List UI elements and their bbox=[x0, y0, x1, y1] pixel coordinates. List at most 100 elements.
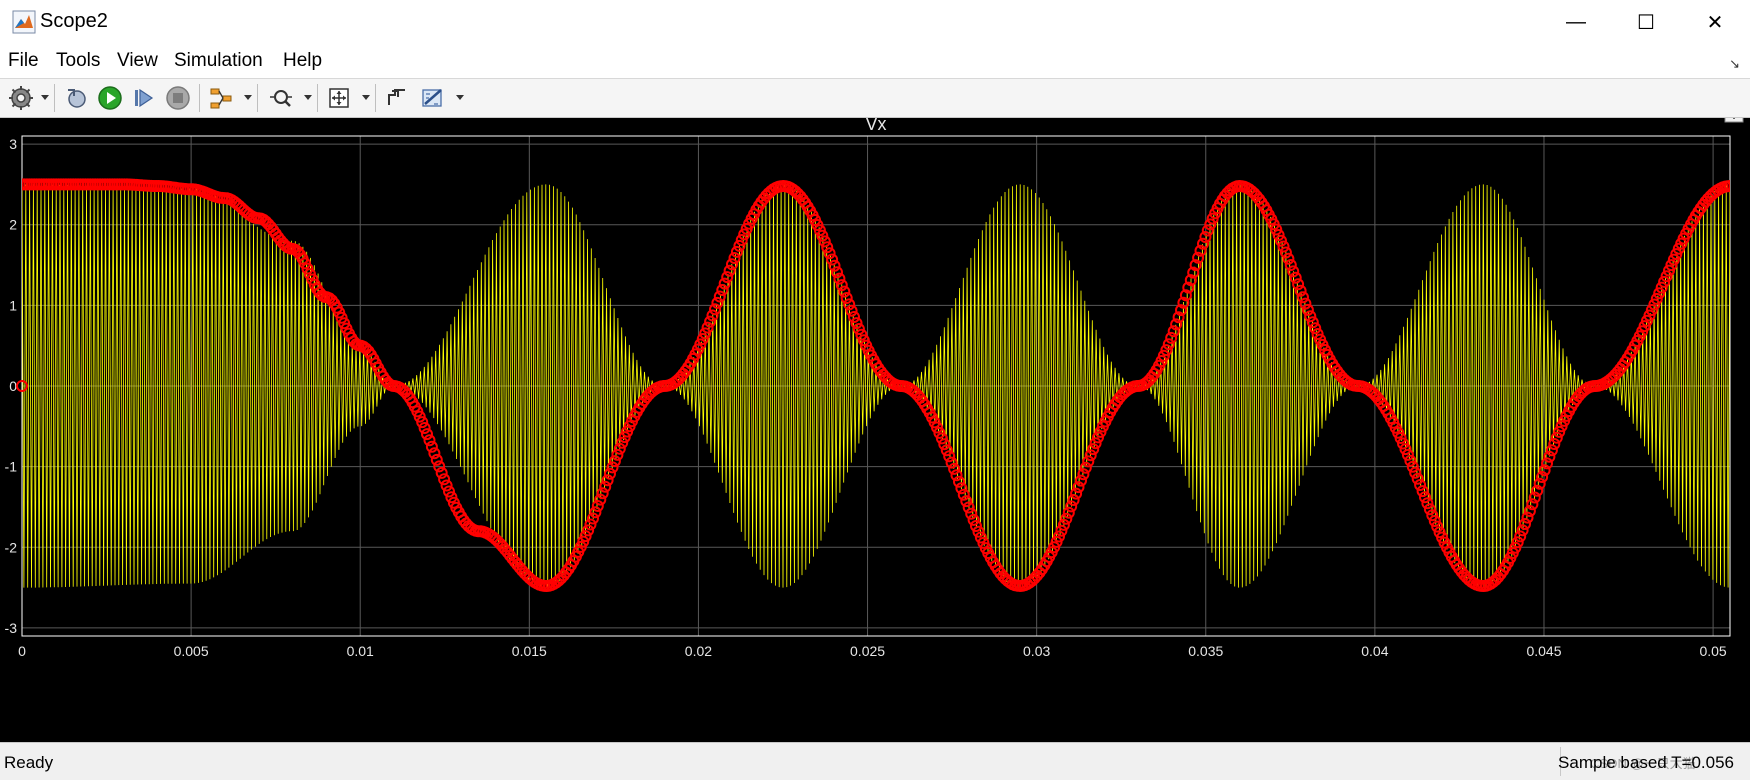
series-marker bbox=[833, 272, 846, 285]
undock-menu-icon[interactable]: ↘ bbox=[1729, 56, 1740, 72]
series-marker bbox=[1411, 472, 1424, 485]
series-marker bbox=[704, 315, 717, 328]
series-marker bbox=[599, 480, 612, 493]
series-marker bbox=[1082, 455, 1095, 468]
series-marker bbox=[965, 507, 978, 520]
series-marker bbox=[838, 285, 851, 298]
autoscale-icon[interactable] bbox=[326, 85, 352, 111]
series-marker bbox=[1521, 511, 1534, 524]
signal-selection-icon[interactable] bbox=[208, 85, 234, 111]
series-marker bbox=[1548, 438, 1561, 450]
menu-file[interactable]: File bbox=[8, 50, 39, 72]
series-marker bbox=[440, 479, 453, 492]
series-marker bbox=[713, 290, 726, 303]
chart-title: Vx bbox=[865, 118, 886, 134]
series-marker bbox=[728, 252, 741, 264]
axes-undock-icon bbox=[1724, 107, 1744, 123]
series-marker bbox=[1409, 466, 1422, 479]
series-marker bbox=[1423, 503, 1436, 516]
settings-dropdown-arrow[interactable] bbox=[41, 95, 49, 100]
series-marker bbox=[1282, 252, 1295, 265]
x-tick-label: 0.045 bbox=[1526, 643, 1561, 659]
minimize-icon: — bbox=[1566, 10, 1586, 33]
series-marker bbox=[716, 284, 729, 296]
series-marker bbox=[1416, 485, 1429, 498]
maximize-button[interactable]: ☐ bbox=[1611, 0, 1681, 44]
series-marker bbox=[953, 475, 965, 488]
x-tick-label: 0.01 bbox=[347, 643, 374, 659]
measurements-icon[interactable] bbox=[420, 85, 446, 111]
series-marker bbox=[723, 264, 736, 277]
series-marker bbox=[1079, 461, 1092, 474]
scope-chart[interactable]: Vx 0 0.005 0.01 0.015 0.02 0.025 0.03 0.035 0.04 0… bbox=[0, 107, 1750, 742]
series-marker bbox=[848, 311, 860, 323]
settings-icon[interactable] bbox=[8, 85, 34, 111]
series-marker bbox=[1301, 303, 1314, 316]
series-marker bbox=[1297, 291, 1309, 304]
menu-bar: File Tools View Simulation Help ↘ bbox=[0, 44, 1750, 79]
series-marker bbox=[823, 247, 836, 260]
y-tick-label: -2 bbox=[5, 539, 18, 555]
x-tick-label: 0.005 bbox=[174, 643, 209, 659]
series-marker bbox=[421, 428, 433, 441]
matlab-icon bbox=[12, 10, 36, 34]
series-marker bbox=[1070, 487, 1083, 500]
series-marker bbox=[596, 487, 609, 500]
plot-area[interactable]: Vx 0 0.005 0.01 0.015 0.02 0.025 0.03 0.035 0.04 0… bbox=[0, 107, 1750, 742]
series-marker bbox=[428, 447, 441, 460]
stop-icon[interactable] bbox=[165, 85, 191, 111]
toolbar-separator bbox=[54, 84, 55, 112]
menu-simulation[interactable]: Simulation bbox=[174, 50, 263, 72]
close-icon: ✕ bbox=[1706, 11, 1724, 34]
menu-tools[interactable]: Tools bbox=[56, 50, 100, 72]
x-tick-label: 0.015 bbox=[512, 643, 547, 659]
series-marker bbox=[1060, 512, 1073, 525]
run-icon[interactable] bbox=[97, 85, 123, 111]
series-marker bbox=[1284, 259, 1297, 271]
close-button[interactable]: ✕ bbox=[1680, 0, 1750, 44]
series-marker bbox=[591, 500, 604, 512]
step-forward-icon[interactable] bbox=[131, 85, 157, 111]
series-marker bbox=[1299, 297, 1312, 310]
series-marker bbox=[611, 448, 624, 461]
series-marker bbox=[435, 466, 448, 479]
series-marker bbox=[1304, 310, 1317, 323]
series-marker bbox=[608, 455, 621, 468]
x-tick-label: 0.05 bbox=[1699, 643, 1726, 659]
y-tick-label: 1 bbox=[9, 297, 17, 313]
menu-view[interactable]: View bbox=[117, 50, 158, 72]
x-tick-label: 0.02 bbox=[685, 643, 712, 659]
toolbar bbox=[0, 79, 1750, 118]
series-marker bbox=[960, 495, 973, 508]
autoscale-dropdown-arrow[interactable] bbox=[362, 95, 370, 100]
series-marker bbox=[840, 292, 853, 304]
series-marker bbox=[604, 467, 616, 480]
zoom-icon[interactable] bbox=[268, 85, 294, 111]
series-marker bbox=[430, 453, 443, 466]
series-marker bbox=[1545, 444, 1558, 457]
signal-selection-dropdown-arrow[interactable] bbox=[244, 95, 252, 100]
zoom-dropdown-arrow[interactable] bbox=[304, 95, 312, 100]
series-marker bbox=[438, 473, 451, 486]
series-marker bbox=[584, 518, 597, 531]
toolbar-separator bbox=[375, 84, 376, 112]
series-marker bbox=[943, 450, 956, 463]
step-back-icon[interactable] bbox=[64, 85, 90, 111]
series-marker bbox=[1292, 278, 1305, 291]
title-bar[interactable]: Scope2 — ☐ ✕ bbox=[0, 0, 1750, 44]
y-tick-label: -1 bbox=[5, 459, 18, 475]
measurements-dropdown-arrow[interactable] bbox=[456, 95, 464, 100]
highlight-icon[interactable] bbox=[384, 85, 410, 111]
series-marker bbox=[1077, 468, 1090, 481]
toolbar-separator bbox=[199, 84, 200, 112]
toolbar-separator bbox=[257, 84, 258, 112]
series-marker bbox=[418, 422, 431, 434]
series-marker bbox=[821, 241, 834, 254]
series-marker bbox=[1067, 494, 1080, 506]
scope-window: Scope2 — ☐ ✕ File Tools View Simulation … bbox=[0, 0, 1750, 780]
series-marker bbox=[721, 271, 734, 284]
minimize-button[interactable]: — bbox=[1541, 0, 1611, 44]
series-marker bbox=[826, 253, 839, 266]
menu-help[interactable]: Help bbox=[283, 50, 322, 72]
y-tick-label: 3 bbox=[9, 136, 17, 152]
